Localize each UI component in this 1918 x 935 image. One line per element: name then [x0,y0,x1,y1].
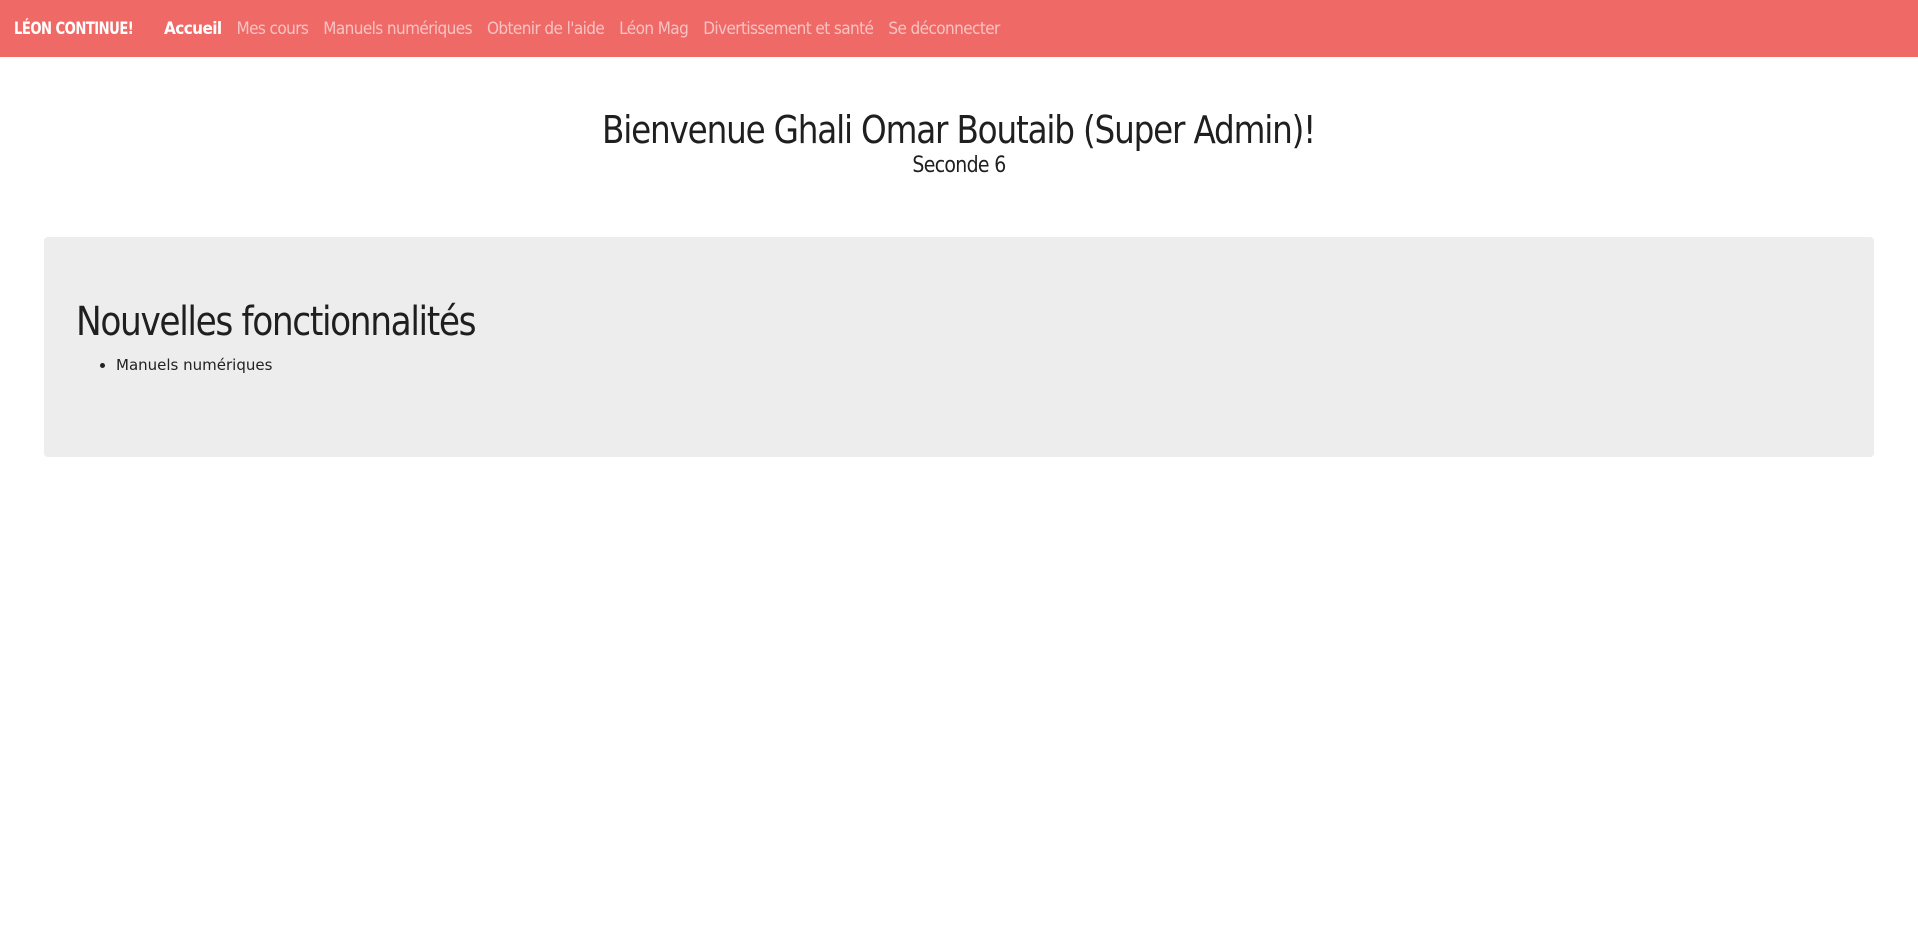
welcome-section: Bienvenue Ghali Omar Boutaib (Super Admi… [0,105,1918,178]
nav-links: Accueil Mes cours Manuels numériques Obt… [164,19,1015,39]
new-features-heading: Nouvelles fonctionnalités [76,299,477,345]
top-navbar: LÉON CONTINUE! Accueil Mes cours Manuels… [0,0,1918,57]
new-features-list: Manuels numériques [76,355,1842,375]
nav-link-obtenir-aide[interactable]: Obtenir de l'aide [487,19,605,39]
list-item: Manuels numériques [116,355,1842,375]
nav-link-accueil[interactable]: Accueil [164,19,222,39]
brand-link[interactable]: LÉON CONTINUE! [14,19,134,39]
class-subtitle: Seconde 6 [912,153,1006,178]
nav-link-mes-cours[interactable]: Mes cours [237,19,309,39]
welcome-title: Bienvenue Ghali Omar Boutaib (Super Admi… [602,108,1317,152]
nav-link-leon-mag[interactable]: Léon Mag [619,19,689,39]
nav-link-divertissement-sante[interactable]: Divertissement et santé [703,19,874,39]
new-features-panel: Nouvelles fonctionnalités Manuels numéri… [44,237,1874,457]
nav-link-manuels-numeriques[interactable]: Manuels numériques [323,19,472,39]
nav-link-se-deconnecter[interactable]: Se déconnecter [888,19,1000,39]
